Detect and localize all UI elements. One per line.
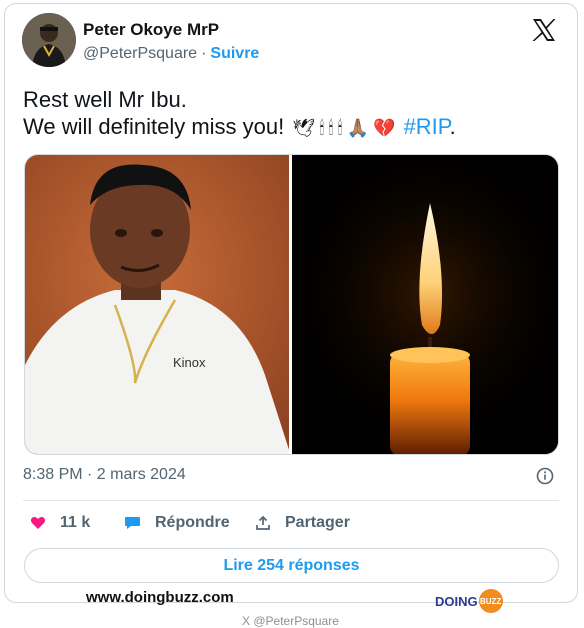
author-name[interactable]: Peter Okoye MrP bbox=[83, 20, 219, 40]
read-replies-button[interactable]: Lire 254 réponses bbox=[24, 548, 559, 583]
watermark-logo: DOING BUZZ bbox=[435, 589, 503, 613]
candle-photo[interactable] bbox=[290, 155, 558, 454]
tweet-trailing: . bbox=[449, 114, 456, 139]
reply-button[interactable]: Répondre bbox=[124, 514, 230, 532]
share-button[interactable]: Partager bbox=[255, 514, 350, 532]
tweet-line-2: We will definitely miss you! 🕊 🕯 🕯 🕯 🙏🏽 💔 #RI… bbox=[23, 113, 568, 142]
media-grid: Kinox bbox=[24, 154, 559, 455]
shirt-logo-text: Kinox bbox=[173, 355, 206, 370]
avatar[interactable] bbox=[22, 13, 76, 67]
divider bbox=[23, 500, 559, 501]
reply-label: Répondre bbox=[155, 514, 230, 531]
praying-hands-icon: 🙏🏽 bbox=[346, 118, 370, 138]
tweet-text: Rest well Mr Ibu. We will definitely mis… bbox=[23, 86, 568, 142]
separator: · bbox=[201, 45, 207, 62]
x-logo-icon[interactable] bbox=[530, 16, 558, 44]
brand-right: BUZZ bbox=[478, 589, 503, 613]
tweet-timestamp[interactable]: 8:38 PM · 2 mars 2024 bbox=[23, 466, 186, 484]
brand-left: DOING bbox=[435, 593, 478, 609]
portrait-photo[interactable]: Kinox bbox=[25, 155, 289, 454]
tweet-line-2-text: We will definitely miss you! bbox=[23, 114, 285, 139]
author-handle-row: @PeterPsquare · Suivre bbox=[83, 45, 259, 63]
candle-icon: 🕯 bbox=[328, 118, 334, 138]
tweet-line-1: Rest well Mr Ibu. bbox=[23, 87, 187, 112]
heart-icon bbox=[30, 517, 46, 529]
footer-handle: X @PeterPsquare bbox=[242, 614, 339, 628]
candle-icon: 🕯 bbox=[337, 118, 343, 138]
dove-icon: 🕊 bbox=[292, 118, 316, 138]
watermark-site: www.doingbuzz.com bbox=[86, 589, 234, 606]
like-button[interactable]: 11 k bbox=[30, 514, 90, 532]
candle-icon: 🕯 bbox=[319, 118, 325, 138]
info-icon[interactable] bbox=[536, 467, 554, 485]
share-icon bbox=[256, 515, 270, 530]
share-label: Partager bbox=[285, 514, 350, 531]
speech-bubble-icon bbox=[125, 517, 140, 529]
hashtag-link[interactable]: #RIP bbox=[404, 114, 450, 139]
follow-button[interactable]: Suivre bbox=[210, 45, 259, 62]
author-handle[interactable]: @PeterPsquare bbox=[83, 45, 197, 62]
broken-heart-icon: 💔 bbox=[373, 118, 396, 138]
like-count: 11 k bbox=[60, 514, 91, 531]
